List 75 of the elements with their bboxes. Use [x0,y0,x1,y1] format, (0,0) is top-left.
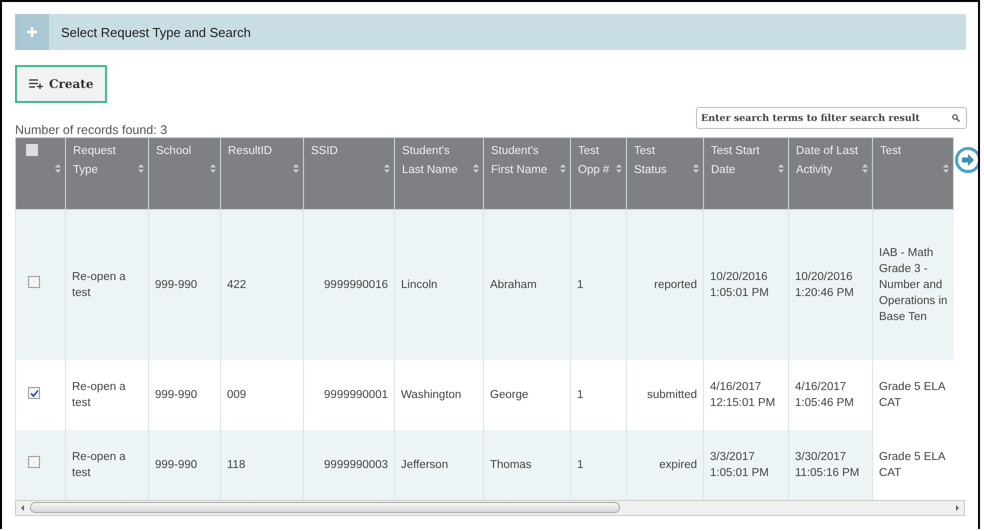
table-cell: 1 [577,458,584,470]
sort-icon[interactable] [293,164,299,173]
table-cell: expired [659,458,697,470]
table-cell: Re-open a test [72,450,126,478]
table-cell: Thomas [490,458,532,470]
table-cell: Grade 5 ELA CAT [879,380,945,408]
table-cell: 4/16/2017 12:15:01 PM [710,380,776,408]
sort-icon[interactable] [55,164,61,173]
table-cell: George [490,388,528,400]
records-count: Number of records found: 3 [15,123,168,137]
column-header[interactable]: Student's Last Name [394,138,484,210]
sort-icon[interactable] [943,164,949,173]
table-cell: 1 [577,278,584,291]
table-cell: 10/20/2016 1:05:01 PM [710,270,769,299]
create-button[interactable]: Create [15,65,108,103]
search-icon [952,114,960,122]
table-cell: 10/20/2016 1:20:46 PM [795,270,854,299]
table-cell: Re-open a test [72,380,126,408]
row-checkbox[interactable] [28,276,40,288]
table-cell: Lincoln [401,278,438,291]
table-cell: Abraham [490,278,537,291]
plus-icon [26,26,38,38]
sort-icon[interactable] [384,164,390,173]
horizontal-scrollbar[interactable] [15,500,965,516]
search-field[interactable]: Enter search terms to filter search result [696,107,967,129]
column-header[interactable]: Test Status [626,138,704,210]
column-header[interactable]: School [148,138,220,210]
table-cell: Washington [401,388,462,400]
scrollbar-thumb[interactable] [30,502,620,513]
panel-title: Select Request Type and Search [61,24,251,40]
table-cell: 009 [227,388,246,400]
sort-icon[interactable] [210,164,216,173]
table-cell: 999-990 [155,458,198,470]
sort-icon[interactable] [778,164,784,173]
column-header[interactable]: Test Opp # [570,138,626,210]
column-header[interactable]: SSID [304,138,394,210]
sort-icon[interactable] [560,164,566,173]
table-cell: 4/16/2017 1:05:46 PM [795,380,854,408]
table-cell: 422 [227,278,246,291]
row-checkbox[interactable] [28,387,40,399]
table-cell: 999-990 [155,388,198,400]
sort-icon[interactable] [693,164,699,173]
sort-icon[interactable] [862,164,868,173]
sort-icon[interactable] [616,164,622,173]
table-cell: Jefferson [401,458,448,470]
table-cell: 3/30/2017 11:05:16 PM [795,450,860,478]
column-header[interactable]: ResultID [220,138,304,210]
table-cell: IAB - Math Grade 3 - Number and Operations in Base Ten [879,246,948,323]
table-cell: Grade 5 ELA CAT [879,450,945,478]
column-header[interactable]: Test [872,138,954,210]
column-header[interactable]: Request Type [66,138,148,210]
column-header[interactable]: Student's First Name [484,138,570,210]
table-cell: 999-990 [155,278,198,291]
table-cell: 9999990003 [324,458,388,470]
table-cell: Re-open a test [72,270,126,299]
sort-icon[interactable] [473,164,479,173]
column-header[interactable] [16,138,66,210]
table-cell: 118 [227,458,246,470]
scroll-right-icon[interactable] [954,504,960,510]
column-header[interactable]: Test Start Date [704,138,788,210]
arrow-right-icon [961,153,975,167]
table-cell: 9999990001 [324,388,388,400]
scroll-left-icon[interactable] [20,504,26,510]
scroll-right-button[interactable] [955,147,978,173]
table-cell: 3/3/2017 1:05:01 PM [710,450,769,478]
expand-button[interactable] [15,14,49,50]
select-all-checkbox[interactable] [26,144,38,156]
table-cell: 1 [577,388,584,400]
row-checkbox[interactable] [28,456,40,468]
column-header[interactable]: Date of Last Activity [788,138,872,210]
table-cell: submitted [647,388,697,400]
sort-icon[interactable] [138,164,144,173]
add-list-icon [29,79,43,89]
table-cell: reported [654,278,697,291]
table-cell: 9999990016 [324,278,388,291]
